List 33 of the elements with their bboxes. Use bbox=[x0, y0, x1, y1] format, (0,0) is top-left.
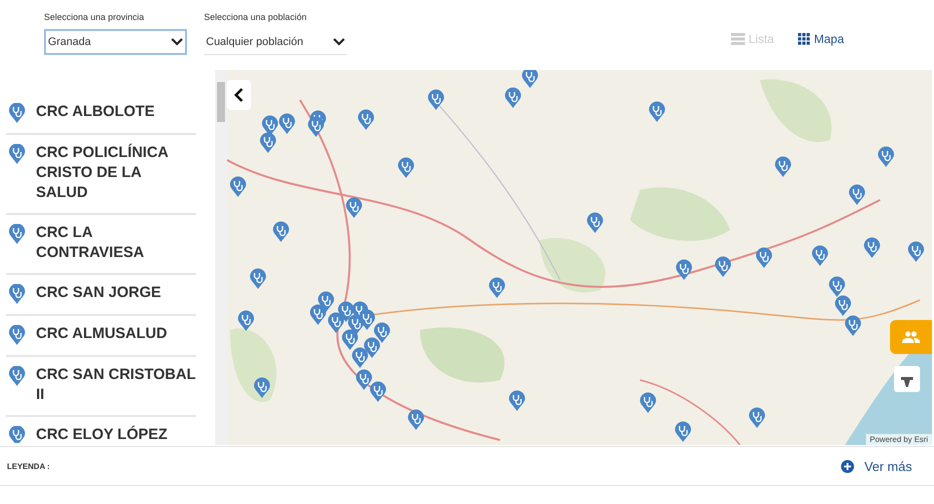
center-list-item[interactable]: CRC ELOY LÓPEZ bbox=[6, 417, 196, 443]
scrollbar[interactable] bbox=[215, 70, 227, 445]
see-more-link[interactable]: Ver más bbox=[841, 458, 912, 474]
center-list-item[interactable]: CRC ALBOLOTE bbox=[6, 94, 196, 135]
stethoscope-pin-icon bbox=[9, 284, 25, 304]
grid-icon bbox=[798, 33, 810, 45]
chevron-left-icon bbox=[234, 88, 244, 102]
people-icon bbox=[902, 331, 920, 343]
view-tab[interactable]: Mapa bbox=[798, 32, 844, 46]
center-list-item[interactable]: CRC ALMUSALUD bbox=[6, 316, 196, 357]
stethoscope-pin-icon bbox=[9, 144, 25, 164]
stethoscope-pin-icon bbox=[9, 426, 25, 443]
plus-circle-icon bbox=[841, 460, 854, 472]
attribution-text: Powered by Esri bbox=[866, 434, 932, 445]
chevron-down-icon bbox=[333, 38, 345, 46]
legend-title: LEYENDA : bbox=[7, 462, 50, 470]
list-icon bbox=[730, 33, 745, 45]
chevron-down-icon bbox=[171, 38, 183, 46]
center-list-item[interactable]: CRC SAN CRISTOBAL II bbox=[6, 357, 196, 417]
basemap-icon bbox=[901, 377, 913, 387]
basemap-button[interactable] bbox=[894, 366, 920, 392]
field-label: Selecciona una población bbox=[204, 12, 308, 22]
stethoscope-pin-icon bbox=[9, 325, 25, 345]
center-list-item[interactable]: CRC SAN JORGE bbox=[6, 275, 196, 316]
center-list-item[interactable]: CRC LA CONTRAVIESA bbox=[6, 215, 196, 275]
dropdown[interactable]: Cualquier población bbox=[204, 29, 347, 55]
center-list-item[interactable]: CRC POLICLÍNICA CRISTO DE LA SALUD bbox=[6, 135, 196, 215]
collapse-button[interactable] bbox=[227, 80, 251, 110]
field-label: Selecciona una provincia bbox=[44, 12, 146, 22]
stethoscope-pin-icon bbox=[9, 224, 25, 244]
stethoscope-pin-icon bbox=[9, 103, 25, 123]
stethoscope-pin-icon bbox=[9, 366, 25, 386]
dropdown[interactable]: Granada bbox=[44, 29, 187, 55]
